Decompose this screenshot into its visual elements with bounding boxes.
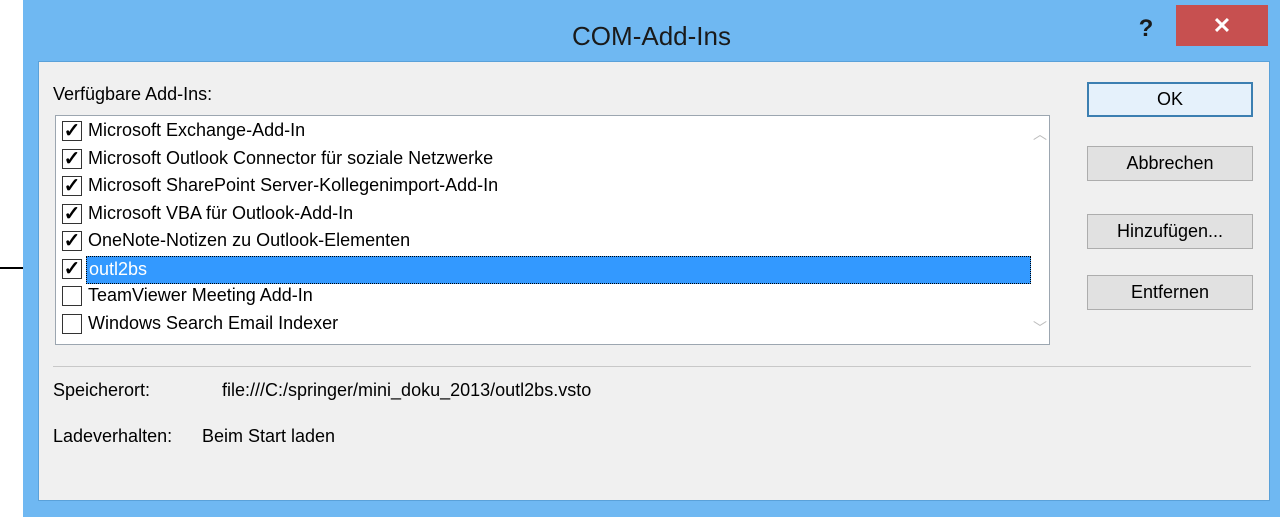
checkbox-checked[interactable]: ✓	[62, 121, 82, 141]
list-item-label-area[interactable]: Windows Search Email Indexer	[86, 311, 1031, 339]
remove-button[interactable]: Entfernen	[1087, 275, 1253, 310]
list-item-label-area[interactable]: Microsoft VBA für Outlook-Add-In	[86, 201, 1031, 229]
list-item[interactable]: ✓ Microsoft VBA für Outlook-Add-In	[56, 201, 1031, 229]
checkbox-unchecked[interactable]	[62, 313, 82, 334]
location-value: file:///C:/springer/mini_doku_2013/outl2…	[222, 380, 592, 400]
list-item-label-area[interactable]: Microsoft SharePoint Server-Kollegenimpo…	[86, 173, 1031, 201]
checkmark-icon: ✓	[63, 230, 81, 252]
checkmark-icon: ✓	[63, 202, 81, 225]
checkbox-checked[interactable]: ✓	[62, 176, 82, 196]
scroll-down-icon[interactable]: ﹀	[1031, 318, 1049, 338]
checkmark-icon: ✓	[63, 147, 81, 170]
list-item[interactable]: ✓ outl2bs	[56, 255, 1031, 284]
list-item-label: Microsoft Outlook Connector für soziale …	[88, 147, 494, 168]
list-item-label: Windows Search Email Indexer	[88, 312, 339, 333]
dialog-body: Verfügbare Add-Ins: ✓ Microsoft Exchange-…	[38, 61, 1270, 501]
list-item[interactable]: ✓ OneNote-Notizen zu Outlook-Elementen	[56, 228, 1031, 256]
list-item[interactable]: Windows Search Email Indexer	[56, 311, 1031, 339]
checkmark-icon: ✓	[63, 257, 81, 280]
cancel-button[interactable]: Abbrechen	[1087, 146, 1253, 181]
list-item[interactable]: ✓ Microsoft Outlook Connector für soziale…	[56, 146, 1031, 174]
ok-button[interactable]: OK	[1087, 82, 1253, 117]
add-button[interactable]: Hinzufügen...	[1087, 214, 1253, 249]
list-item[interactable]: ✓ Microsoft Exchange-Add-In	[56, 118, 1031, 146]
checkbox-checked[interactable]: ✓	[62, 231, 82, 251]
list-item-label: Microsoft Exchange-Add-In	[88, 120, 306, 140]
load-behavior-value: Beim Start laden	[202, 426, 336, 446]
load-behavior-label: Ladeverhalten:	[53, 426, 173, 446]
checkbox-checked[interactable]: ✓	[62, 147, 82, 170]
scroll-up-icon[interactable]: ︿	[1031, 124, 1049, 144]
checkbox-checked[interactable]: ✓	[62, 257, 82, 280]
list-item-label: outl2bs	[89, 258, 148, 279]
list-item-label: Microsoft SharePoint Server-Kollegenimpo…	[88, 175, 499, 195]
list-item-label: Microsoft VBA für Outlook-Add-In	[88, 202, 354, 223]
checkmark-icon: ✓	[63, 175, 81, 197]
checkmark-icon: ✓	[63, 120, 81, 142]
help-button[interactable]: ?	[1118, 10, 1174, 48]
list-item-label: TeamViewer Meeting Add-In	[88, 285, 313, 305]
available-addins-label: Verfügbare Add-Ins:	[53, 84, 213, 104]
list-item-label: OneNote-Notizen zu Outlook-Elementen	[88, 230, 411, 250]
list-item-label-area[interactable]: OneNote-Notizen zu Outlook-Elementen	[86, 228, 1031, 256]
title-bar: COM-Add-Ins ? ✕	[23, 0, 1280, 60]
dialog-window: COM-Add-Ins ? ✕ Verfügbare Add-Ins: ✓ Mic…	[23, 0, 1280, 517]
list-item-label-area[interactable]: TeamViewer Meeting Add-In	[86, 283, 1031, 311]
list-item[interactable]: TeamViewer Meeting Add-In	[56, 283, 1031, 311]
divider	[53, 366, 1251, 367]
list-item-label-area[interactable]: Microsoft Exchange-Add-In	[86, 118, 1031, 146]
location-label: Speicherort:	[53, 380, 151, 400]
list-item-label-area[interactable]: outl2bs	[86, 255, 1031, 284]
checkbox-checked[interactable]: ✓	[62, 202, 82, 225]
addins-listbox[interactable]: ✓ Microsoft Exchange-Add-In ✓ Microsoft Out…	[55, 115, 1050, 345]
close-button[interactable]: ✕	[1176, 5, 1268, 46]
checkbox-unchecked[interactable]	[62, 286, 82, 306]
list-item[interactable]: ✓ Microsoft SharePoint Server-Kollegenimp…	[56, 173, 1031, 201]
listbox-scrollbar[interactable]: ︿ ﹀	[1031, 116, 1049, 344]
list-item-label-area[interactable]: Microsoft Outlook Connector für soziale …	[86, 146, 1031, 174]
